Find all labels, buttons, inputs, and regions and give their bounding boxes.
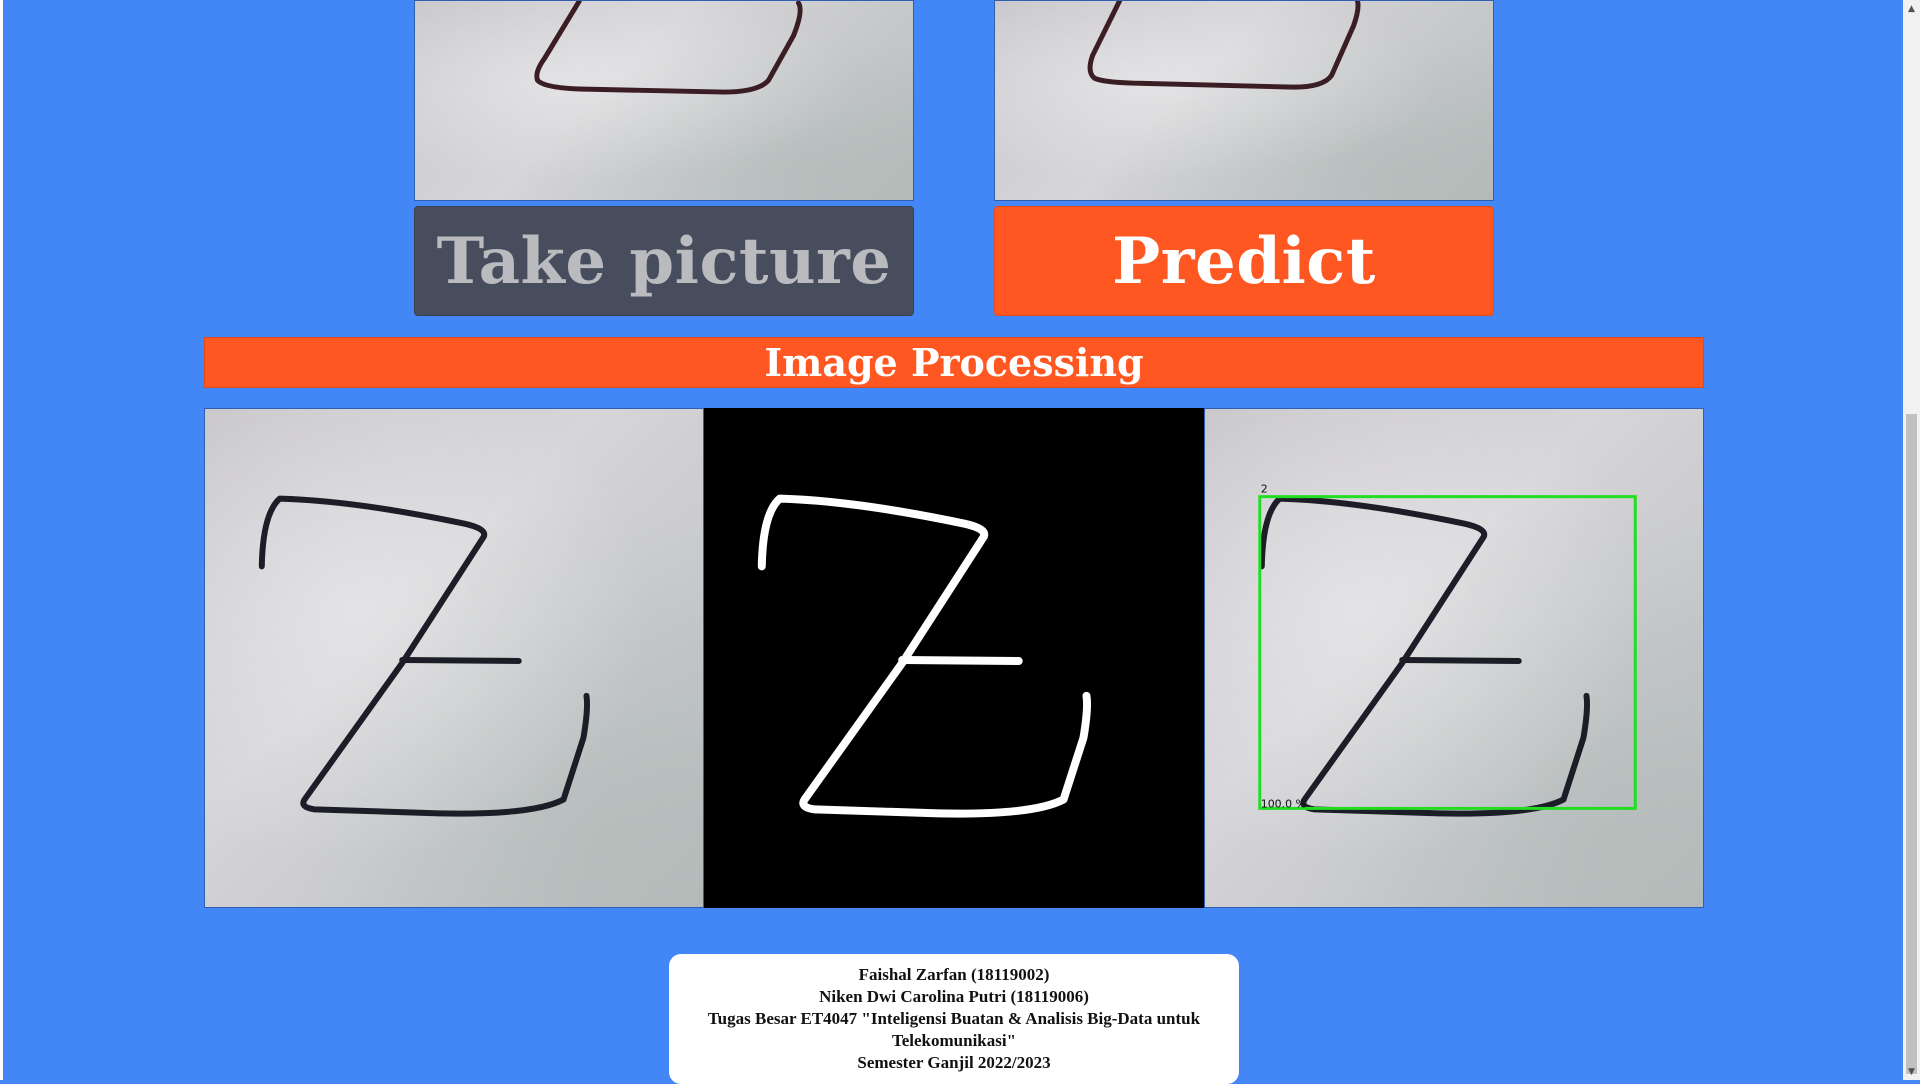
detection-image: 2 100.0 %: [1204, 408, 1704, 908]
predict-button[interactable]: Predict: [994, 206, 1494, 316]
section-title-image-processing: Image Processing: [204, 337, 1704, 388]
page-edge: [0, 0, 3, 1080]
credit-author-1: Faishal Zarfan (18119002): [858, 965, 1050, 984]
vertical-scrollbar[interactable]: ▲ ▼: [1903, 0, 1920, 1080]
credit-course: Tugas Besar ET4047 "Inteligensi Buatan &…: [707, 1009, 1201, 1050]
credit-semester: Semester Ganjil 2022/2023: [857, 1053, 1051, 1072]
detection-bounding-box: [1258, 495, 1637, 810]
image-processing-row: 2 100.0 %: [204, 408, 1704, 908]
original-image: [204, 408, 704, 908]
credit-author-2: Niken Dwi Carolina Putri (18119006): [819, 987, 1089, 1006]
chevron-down-icon[interactable]: ▼: [1903, 1063, 1920, 1080]
prediction-confidence: 100.0 %: [1261, 797, 1306, 810]
chevron-up-icon[interactable]: ▲: [1903, 0, 1920, 17]
camera-preview: [414, 0, 914, 201]
take-picture-button[interactable]: Take picture: [414, 206, 914, 316]
credits-card: Faishal Zarfan (18119002) Niken Dwi Caro…: [669, 954, 1239, 1084]
binary-image: [704, 408, 1204, 908]
prediction-label: 2: [1261, 483, 1268, 496]
scrollbar-thumb[interactable]: [1906, 414, 1917, 1074]
captured-image: [994, 0, 1494, 201]
